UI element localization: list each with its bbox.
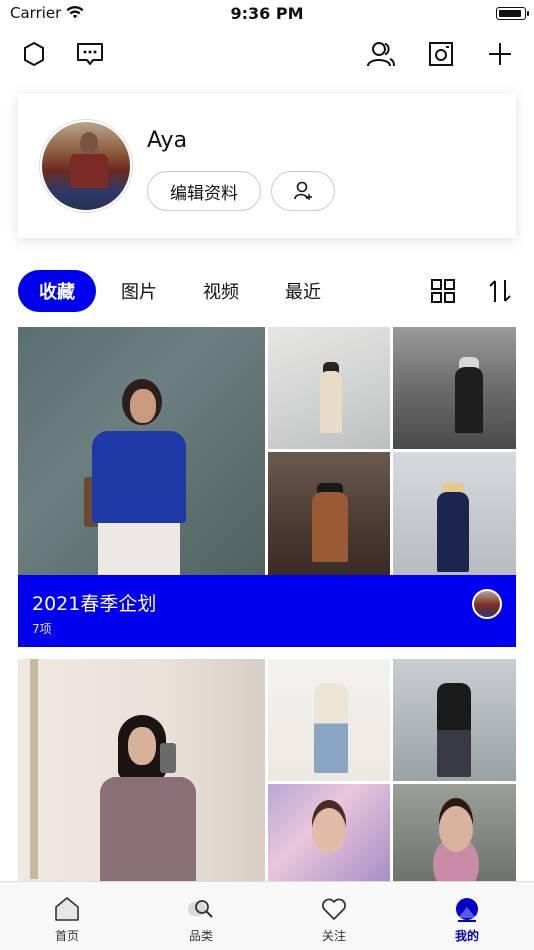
tabbar-item-me[interactable]: 我的 [400, 882, 534, 950]
settings-icon[interactable] [18, 38, 50, 70]
sort-icon[interactable] [485, 276, 515, 306]
tabbar-label: 品类 [188, 929, 213, 943]
grid-view-icon[interactable] [428, 276, 458, 306]
collection-count: 7项 [32, 622, 52, 636]
camera-icon[interactable] [425, 38, 457, 70]
tab-videos[interactable]: 视频 [192, 270, 250, 312]
tabbar-item-following[interactable]: 关注 [267, 882, 401, 950]
heart-icon [319, 894, 349, 924]
collection-photo [393, 452, 516, 575]
collection-photo [393, 659, 516, 781]
home-icon [52, 894, 82, 924]
tab-images[interactable]: 图片 [110, 270, 168, 312]
status-bar: Carrier 9:36 PM [0, 0, 534, 28]
category-search-icon [186, 894, 216, 924]
battery-icon [496, 7, 529, 20]
add-friend-button[interactable] [271, 171, 335, 211]
tabbar-label: 关注 [321, 929, 346, 943]
friends-icon[interactable] [365, 38, 397, 70]
collection-photo [393, 327, 516, 449]
status-time: 9:36 PM [230, 4, 304, 23]
tabbar-label: 首页 [54, 929, 79, 943]
collection-photo [268, 784, 390, 881]
profile-icon [452, 894, 482, 924]
tabbar-item-category[interactable]: 品类 [134, 882, 268, 950]
collection-photo [268, 327, 390, 449]
collection-card[interactable] [18, 659, 516, 881]
collection-card[interactable]: 2021春季企划 7项 [18, 327, 516, 647]
tab-recent[interactable]: 最近 [274, 270, 332, 312]
tab-favorites[interactable]: 收藏 [18, 270, 96, 312]
collection-cover-photo [18, 659, 265, 881]
collection-owner-avatar [472, 589, 502, 619]
battery-level [499, 10, 521, 17]
profile-name: Aya [147, 128, 188, 153]
collection-photo [393, 784, 516, 881]
edit-profile-button[interactable]: 编辑资料 [147, 171, 261, 211]
tabbar-label: 我的 [454, 929, 479, 943]
add-icon[interactable] [484, 38, 516, 70]
avatar-image [42, 122, 130, 210]
collection-photo [268, 659, 390, 781]
avatar[interactable] [40, 120, 132, 212]
collection-photo [268, 452, 390, 575]
tabbar-item-home[interactable]: 首页 [0, 882, 134, 950]
collection-title: 2021春季企划 [32, 593, 157, 615]
message-icon[interactable] [74, 38, 106, 70]
collection-info-bar: 2021春季企划 7项 [18, 575, 516, 647]
add-user-icon [294, 181, 312, 200]
collection-cover-photo [18, 327, 265, 575]
profile-card: Aya 编辑资料 [18, 94, 516, 238]
bottom-tab-bar: 首页 品类 关注 我的 [0, 881, 534, 950]
